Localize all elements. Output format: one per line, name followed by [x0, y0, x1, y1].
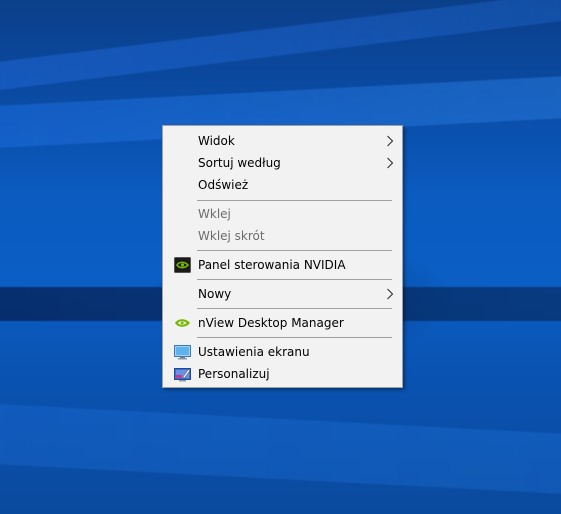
menu-item-label: Wklej [198, 207, 231, 221]
desktop-context-menu: Widok Sortuj według Odśwież Wklej Wklej … [162, 125, 403, 388]
chevron-right-icon [387, 288, 394, 300]
menu-item-refresh[interactable]: Odśwież [165, 174, 400, 196]
menu-item-label: nView Desktop Manager [198, 316, 344, 330]
menu-item-personalize[interactable]: Personalizuj [165, 363, 400, 385]
menu-item-label: Wklej skrót [198, 229, 265, 243]
menu-separator [197, 279, 392, 280]
menu-separator [197, 337, 392, 338]
menu-item-label: Panel sterowania NVIDIA [198, 258, 346, 272]
menu-item-nvidia-control-panel[interactable]: Panel sterowania NVIDIA [165, 254, 400, 276]
menu-item-display-settings[interactable]: Ustawienia ekranu [165, 341, 400, 363]
personalize-icon [174, 368, 191, 382]
menu-item-label: Ustawienia ekranu [198, 345, 310, 359]
nvidia-control-panel-icon [174, 257, 191, 273]
menu-item-view[interactable]: Widok [165, 130, 400, 152]
menu-item-paste[interactable]: Wklej [165, 203, 400, 225]
menu-item-nview-desktop-manager[interactable]: nView Desktop Manager [165, 312, 400, 334]
chevron-right-icon [387, 157, 394, 169]
desktop-background[interactable]: Widok Sortuj według Odśwież Wklej Wklej … [0, 0, 561, 514]
menu-item-new[interactable]: Nowy [165, 283, 400, 305]
menu-item-paste-shortcut[interactable]: Wklej skrót [165, 225, 400, 247]
menu-item-label: Odśwież [198, 178, 249, 192]
menu-item-label: Sortuj według [198, 156, 281, 170]
menu-item-label: Nowy [198, 287, 232, 301]
menu-separator [197, 200, 392, 201]
menu-item-label: Personalizuj [198, 367, 270, 381]
menu-item-label: Widok [198, 134, 235, 148]
menu-separator [197, 308, 392, 309]
menu-separator [197, 250, 392, 251]
wallpaper-light-beam [0, 400, 561, 500]
nvidia-nview-icon [175, 319, 190, 327]
chevron-right-icon [387, 135, 394, 147]
display-settings-icon [174, 345, 191, 360]
menu-item-sort-by[interactable]: Sortuj według [165, 152, 400, 174]
